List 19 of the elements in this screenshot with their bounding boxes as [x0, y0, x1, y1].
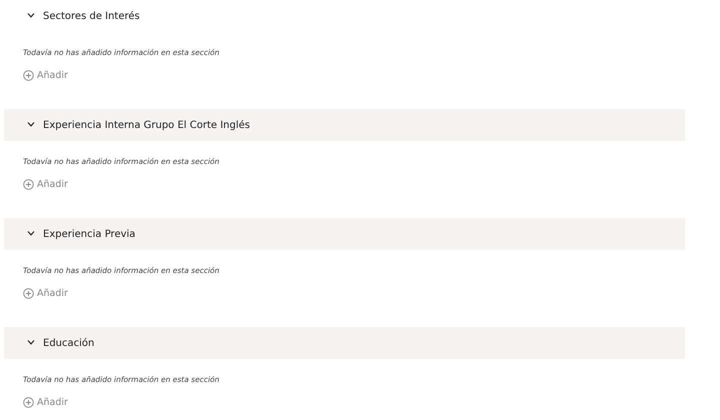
section-header[interactable]: Educación — [4, 327, 685, 359]
add-link[interactable]: Añadir — [23, 397, 68, 408]
section-header[interactable]: Experiencia Previa — [4, 218, 685, 250]
plus-circle-icon — [23, 288, 34, 299]
add-link[interactable]: Añadir — [23, 179, 68, 190]
chevron-icon — [27, 231, 35, 237]
section-title: Sectores de Interés — [43, 10, 140, 22]
section-title: Educación — [43, 338, 94, 348]
plus-circle-icon — [23, 397, 34, 408]
section-title: Experiencia Interna Grupo El Corte Inglés — [43, 120, 250, 130]
chevron-icon — [27, 122, 35, 128]
section-title: Experiencia Previa — [43, 228, 136, 240]
section-header[interactable]: Experiencia Interna Grupo El Corte Inglés — [4, 109, 685, 141]
chevron-icon — [27, 340, 35, 346]
add-link[interactable]: Añadir — [23, 70, 68, 81]
plus-circle-icon — [23, 70, 34, 81]
plus-circle-icon — [23, 179, 34, 190]
chevron-icon — [27, 13, 35, 19]
add-link[interactable]: Añadir — [23, 288, 68, 299]
